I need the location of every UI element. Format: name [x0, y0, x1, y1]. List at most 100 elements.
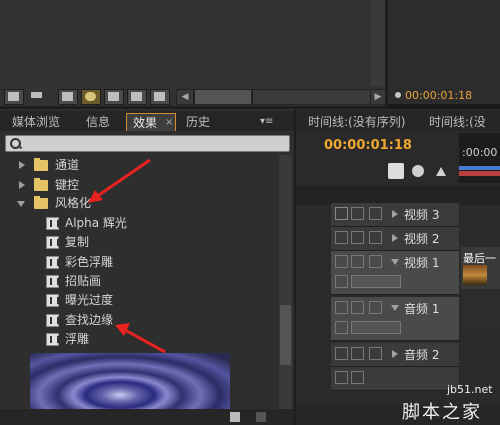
- automate-button[interactable]: [58, 89, 78, 105]
- sync-lock-icon[interactable]: [351, 207, 364, 220]
- effects-search-input[interactable]: [5, 135, 290, 152]
- set-marker-icon[interactable]: [436, 167, 446, 176]
- timeline-timecode[interactable]: 00:00:01:18: [324, 138, 412, 153]
- track-name: 视频 2: [404, 232, 440, 246]
- effect-label: 招贴画: [65, 274, 102, 288]
- track-lock-icon[interactable]: [369, 231, 382, 244]
- icon-view-button[interactable]: [27, 89, 47, 105]
- monitor-divider: [388, 104, 500, 108]
- track-audio-3[interactable]: [331, 367, 459, 391]
- folder-icon: [34, 178, 48, 191]
- effect-item-color-emboss[interactable]: 彩色浮雕: [0, 252, 276, 273]
- tab-info[interactable]: 信息: [86, 113, 110, 131]
- eye-icon[interactable]: [335, 231, 348, 244]
- snap-icon[interactable]: [388, 163, 404, 179]
- delete-icon[interactable]: [256, 412, 266, 422]
- watermark-site: jb51.net: [447, 383, 493, 396]
- watermark-name: 脚本之家: [402, 402, 482, 423]
- video-effect-icon: [46, 333, 59, 346]
- track-audio-1[interactable]: 音频 1: [331, 297, 459, 341]
- new-bin-icon[interactable]: [230, 412, 240, 422]
- list-view-button[interactable]: [4, 89, 24, 105]
- effect-item-emboss[interactable]: 浮雕: [0, 329, 276, 350]
- sync-lock-icon[interactable]: [351, 255, 364, 268]
- speaker-icon[interactable]: [335, 347, 348, 360]
- expand-arrow-icon[interactable]: [19, 181, 25, 189]
- eye-icon[interactable]: [335, 255, 348, 268]
- work-area-bar[interactable]: [459, 166, 500, 170]
- collapse-arrow-icon[interactable]: [391, 259, 399, 265]
- track-lock-icon[interactable]: [369, 301, 382, 314]
- effect-item-alpha-glow[interactable]: Alpha 辉光: [0, 213, 276, 234]
- track-name: 视频 3: [404, 208, 440, 222]
- expand-arrow-icon[interactable]: [392, 350, 398, 358]
- keyframe-navigator[interactable]: [351, 275, 401, 288]
- scrollbar-thumb[interactable]: [280, 305, 291, 365]
- eye-icon[interactable]: [335, 207, 348, 220]
- sync-lock-icon[interactable]: [351, 347, 364, 360]
- sync-lock-icon[interactable]: [351, 231, 364, 244]
- tree-folder-stylize[interactable]: 风格化: [0, 193, 276, 214]
- horizontal-scroll-thumb[interactable]: [194, 89, 252, 105]
- collapse-arrow-icon[interactable]: [17, 201, 25, 207]
- sync-lock-icon[interactable]: [351, 371, 364, 384]
- expand-arrow-icon[interactable]: [392, 210, 398, 218]
- project-panel-area: ◀ ▶: [0, 0, 386, 106]
- tab-timeline-no-sequence-2[interactable]: 时间线:(没: [429, 113, 486, 131]
- video-clip[interactable]: 最后一: [461, 247, 500, 289]
- track-video-2[interactable]: 视频 2: [331, 227, 459, 251]
- timeline-ruler[interactable]: :00:00: [459, 133, 500, 183]
- monitor-timecode[interactable]: 00:00:01:18: [405, 89, 472, 102]
- expand-arrow-icon[interactable]: [392, 234, 398, 242]
- scroll-left-button[interactable]: ◀: [176, 89, 194, 105]
- effect-label: Alpha 辉光: [65, 216, 127, 230]
- panel-menu-icon[interactable]: ▾≡: [260, 113, 273, 131]
- track-lock-icon[interactable]: [369, 255, 382, 268]
- effects-vertical-scrollbar[interactable]: [279, 155, 292, 409]
- effect-item-replicate[interactable]: 复制: [0, 232, 276, 253]
- new-item-button[interactable]: [127, 89, 147, 105]
- tab-effects-label: 效果: [133, 116, 158, 130]
- set-encore-marker-icon[interactable]: [412, 165, 424, 177]
- clear-button[interactable]: [150, 89, 170, 105]
- effect-item-find-edges[interactable]: 查找边缘: [0, 310, 276, 331]
- effect-label: 查找边缘: [65, 313, 114, 327]
- track-video-1[interactable]: 视频 1: [331, 251, 459, 295]
- horizontal-scroll-track[interactable]: [252, 89, 372, 105]
- find-button[interactable]: [81, 89, 101, 105]
- folder-icon: [108, 92, 119, 101]
- timeline-header-strip: [296, 185, 500, 205]
- new-bin-button[interactable]: [104, 89, 124, 105]
- keyframe-navigator[interactable]: [351, 321, 401, 334]
- effect-label: 浮雕: [65, 332, 90, 346]
- ruler-time-label: :00:00: [462, 146, 498, 159]
- track-name: 音频 1: [404, 302, 440, 316]
- track-lock-icon[interactable]: [369, 347, 382, 360]
- list-view-icon: [8, 92, 19, 101]
- effect-item-posterize[interactable]: 招贴画: [0, 271, 276, 292]
- tree-folder-channel[interactable]: 通道: [0, 155, 276, 176]
- expand-arrow-icon[interactable]: [19, 161, 25, 169]
- tab-timeline-no-sequence[interactable]: 时间线:(没有序列): [308, 113, 405, 131]
- waveform-icon[interactable]: [335, 321, 348, 334]
- icon-view-icon: [31, 92, 42, 98]
- effect-item-solarize[interactable]: 曝光过度: [0, 290, 276, 311]
- display-style-icon[interactable]: [335, 275, 348, 288]
- collapse-arrow-icon[interactable]: [391, 305, 399, 311]
- tree-folder-label: 风格化: [55, 196, 92, 210]
- scroll-right-button[interactable]: ▶: [370, 89, 386, 105]
- track-audio-2[interactable]: 音频 2: [331, 343, 459, 367]
- track-video-3[interactable]: 视频 3: [331, 203, 459, 227]
- speaker-icon[interactable]: [335, 301, 348, 314]
- tab-history[interactable]: 历史: [186, 113, 210, 131]
- track-name: 视频 1: [404, 256, 440, 270]
- speaker-icon[interactable]: [335, 371, 348, 384]
- track-lock-icon[interactable]: [369, 207, 382, 220]
- tab-effects[interactable]: 效果 ×: [126, 113, 176, 131]
- project-vertical-scrollbar[interactable]: [371, 0, 385, 86]
- tab-media-browser[interactable]: 媒体浏览: [12, 113, 60, 131]
- effects-panel-tabs: 媒体浏览 信息 效果 × 历史 ▾≡: [0, 111, 294, 131]
- tab-close-icon[interactable]: ×: [165, 114, 173, 132]
- sync-lock-icon[interactable]: [351, 301, 364, 314]
- render-bar: [459, 171, 500, 176]
